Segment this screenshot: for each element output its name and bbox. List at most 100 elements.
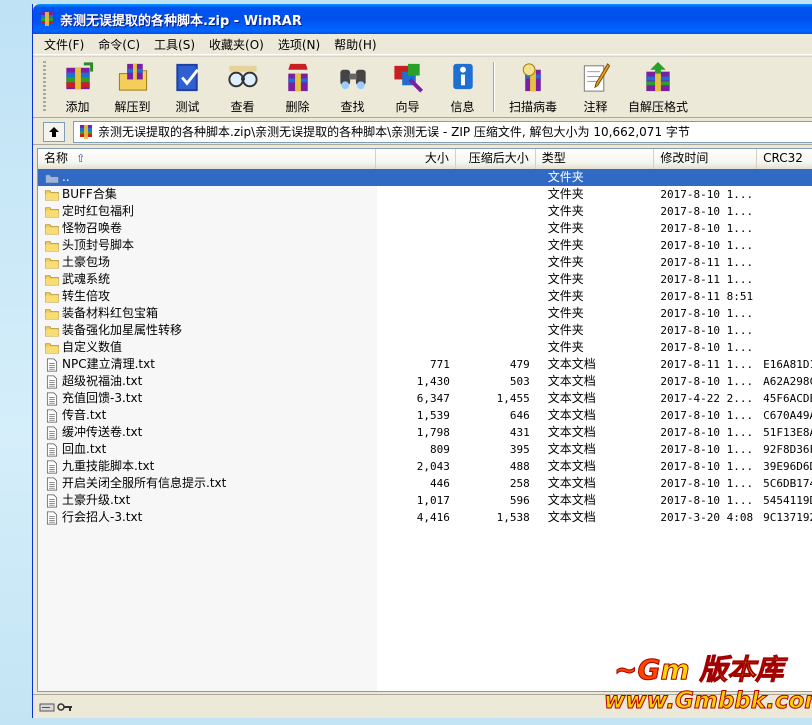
menu-item-1[interactable]: 命令(C): [91, 35, 147, 54]
folder-icon: [45, 240, 59, 252]
column-name[interactable]: 名称 ⇧: [38, 149, 377, 169]
cell-packed: 503: [509, 375, 530, 388]
folder-icon: [45, 206, 59, 218]
drive-icon[interactable]: [39, 701, 55, 713]
watermark-brand: ~Gm 版本库: [613, 653, 784, 687]
folder-row[interactable]: 自定义数值 文件夹 2017-8-10 1...: [38, 339, 812, 356]
title-bar[interactable]: 亲测无误提取的各种脚本.zip - WinRAR: [33, 4, 812, 34]
cell-packed: [456, 186, 536, 203]
cell-modified: 2017-8-11 1...: [660, 358, 754, 371]
file-name: 充值回馈-3.txt: [62, 391, 143, 405]
file-row[interactable]: 传音.txt 1,539 646 文本文档 2017-8-10 1... C670A49A: [38, 407, 812, 424]
column-name-label: 名称: [44, 151, 69, 165]
column-type[interactable]: 类型: [535, 149, 655, 169]
up-folder-button[interactable]: [43, 121, 65, 142]
file-row[interactable]: 九重技能脚本.txt 2,043 488 文本文档 2017-8-10 1... 39E9…: [38, 458, 812, 475]
column-crc[interactable]: CRC32: [757, 149, 812, 169]
cell-crc: [757, 203, 812, 220]
folder-row[interactable]: 土豪包场 文件夹 2017-8-11 1...: [38, 254, 812, 271]
cell-type: 文件夹: [547, 272, 584, 286]
menu-item-4[interactable]: 选项(N): [271, 35, 327, 54]
folder-row[interactable]: .. 文件夹: [38, 169, 812, 186]
toolbar-grip[interactable]: [43, 61, 46, 113]
file-row[interactable]: 充值回馈-3.txt 6,347 1,455 文本文档 2017-4-22 2... 45…: [38, 390, 812, 407]
column-modified[interactable]: 修改时间: [654, 149, 758, 169]
toolbar-button-5[interactable]: 查找: [325, 57, 380, 115]
menu-item-3[interactable]: 收藏夹(O): [202, 35, 271, 54]
file-row[interactable]: 开启关闭全服所有信息提示.txt 446 258 文本文档 2017-8-10 1...…: [38, 475, 812, 492]
file-list[interactable]: 名称 ⇧ 大小 压缩后大小 类型 修改时间 CRC32 .. 文件夹 BUFF合集 文件…: [37, 148, 812, 692]
cell-type: 文本文档: [547, 493, 596, 507]
cell-modified: 2017-8-10 1...: [660, 239, 754, 252]
cell-crc: 39E96D6D: [763, 460, 812, 473]
delete-icon: [287, 63, 308, 92]
folder-row[interactable]: BUFF合集 文件夹 2017-8-10 1...: [38, 186, 812, 203]
cell-name: 开启关闭全服所有信息提示.txt: [38, 475, 376, 492]
folder-row[interactable]: 装备强化加星属性转移 文件夹 2017-8-10 1...: [38, 322, 812, 339]
file-row[interactable]: 缓冲传送卷.txt 1,798 431 文本文档 2017-8-10 1... 51F13…: [38, 424, 812, 441]
cell-type: 文本文档: [547, 425, 596, 439]
cell-crc: [757, 237, 812, 254]
file-row[interactable]: NPC建立清理.txt 771 479 文本文档 2017-8-11 1... E16A8…: [38, 356, 812, 373]
toolbar-button-label: 信息: [450, 100, 475, 114]
cell-name: 土豪包场: [38, 254, 376, 271]
cell-packed: [456, 322, 536, 339]
cell-packed: 646: [509, 409, 530, 422]
toolbar-button-4[interactable]: 删除: [270, 57, 325, 115]
file-name: 九重技能脚本.txt: [62, 459, 155, 473]
cell-name: 定时红包福利: [38, 203, 376, 220]
toolbar-button-0[interactable]: 添加: [50, 57, 105, 115]
column-packed[interactable]: 压缩后大小: [455, 149, 536, 169]
winrar-window: 亲测无误提取的各种脚本.zip - WinRAR 文件(F) 命令(C) 工具(S)…: [32, 4, 812, 718]
toolbar-button-1[interactable]: 解压到: [105, 57, 160, 115]
cell-name: 传音.txt: [38, 407, 376, 424]
menu-item-2[interactable]: 工具(S): [147, 35, 202, 54]
file-row[interactable]: 土豪升级.txt 1,017 596 文本文档 2017-8-10 1... 545411…: [38, 492, 812, 509]
file-row[interactable]: 行会招人-3.txt 4,416 1,538 文本文档 2017-3-20 4:08 9C…: [38, 509, 812, 526]
toolbar-button-6[interactable]: 向导: [380, 57, 435, 115]
toolbar-button-8[interactable]: 扫描病毒: [498, 57, 568, 115]
cell-packed: 395: [509, 443, 530, 456]
toolbar-button-10[interactable]: 自解压格式: [623, 57, 693, 115]
cell-size: [376, 203, 456, 220]
menu-item-0[interactable]: 文件(F): [37, 35, 91, 54]
address-bar: 亲测无误提取的各种脚本.zip\亲测无误提取的各种脚本\亲测无误 - ZIP 压…: [33, 119, 812, 145]
cell-packed: 431: [509, 426, 530, 439]
path-field[interactable]: 亲测无误提取的各种脚本.zip\亲测无误提取的各种脚本\亲测无误 - ZIP 压…: [73, 120, 812, 143]
cell-size: [376, 220, 456, 237]
cell-packed: 258: [509, 477, 530, 490]
toolbar-button-3[interactable]: 查看: [215, 57, 270, 115]
cell-size: [376, 169, 456, 186]
cell-name: 缓冲传送卷.txt: [38, 424, 376, 441]
text-file-icon: [46, 477, 58, 490]
folder-row[interactable]: 装备材料红包宝箱 文件夹 2017-8-10 1...: [38, 305, 812, 322]
toolbar-button-7[interactable]: 信息: [435, 57, 490, 115]
file-row[interactable]: 回血.txt 809 395 文本文档 2017-8-10 1... 92F8D36F: [38, 441, 812, 458]
watermark-url: www.Gmbbk.com: [603, 688, 812, 715]
cell-modified: 2017-3-20 4:08: [660, 511, 754, 524]
toolbar-button-9[interactable]: 注释: [568, 57, 623, 115]
cell-size: 1,539: [416, 409, 450, 422]
toolbar-button-2[interactable]: 测试: [160, 57, 215, 115]
file-row[interactable]: 超级祝福油.txt 1,430 503 文本文档 2017-8-10 1... A62A2…: [38, 373, 812, 390]
key-icon[interactable]: [57, 701, 73, 713]
cell-size: 4,416: [416, 511, 450, 524]
folder-row[interactable]: 定时红包福利 文件夹 2017-8-10 1...: [38, 203, 812, 220]
file-name: 回血.txt: [62, 442, 107, 456]
cell-crc: 92F8D36F: [763, 443, 812, 456]
folder-row[interactable]: 头顶封号脚本 文件夹 2017-8-10 1...: [38, 237, 812, 254]
folder-row[interactable]: 武魂系统 文件夹 2017-8-11 1...: [38, 271, 812, 288]
cell-type: 文本文档: [547, 391, 596, 405]
folder-row[interactable]: 怪物召唤卷 文件夹 2017-8-10 1...: [38, 220, 812, 237]
cell-name: 土豪升级.txt: [38, 492, 376, 509]
cell-modified: 2017-8-10 1...: [660, 494, 754, 507]
menu-item-5[interactable]: 帮助(H): [327, 35, 383, 54]
cell-packed: [456, 254, 536, 271]
file-name: 装备强化加星属性转移: [62, 323, 183, 337]
cell-name: NPC建立清理.txt: [38, 356, 376, 373]
cell-type: 文本文档: [547, 476, 596, 490]
folder-icon: [45, 274, 59, 286]
column-size[interactable]: 大小: [376, 149, 456, 169]
folder-row[interactable]: 转生倍攻 文件夹 2017-8-11 8:51: [38, 288, 812, 305]
watermark-logo: ~Gm 版本库 www.Gmbbk.com: [603, 648, 812, 720]
